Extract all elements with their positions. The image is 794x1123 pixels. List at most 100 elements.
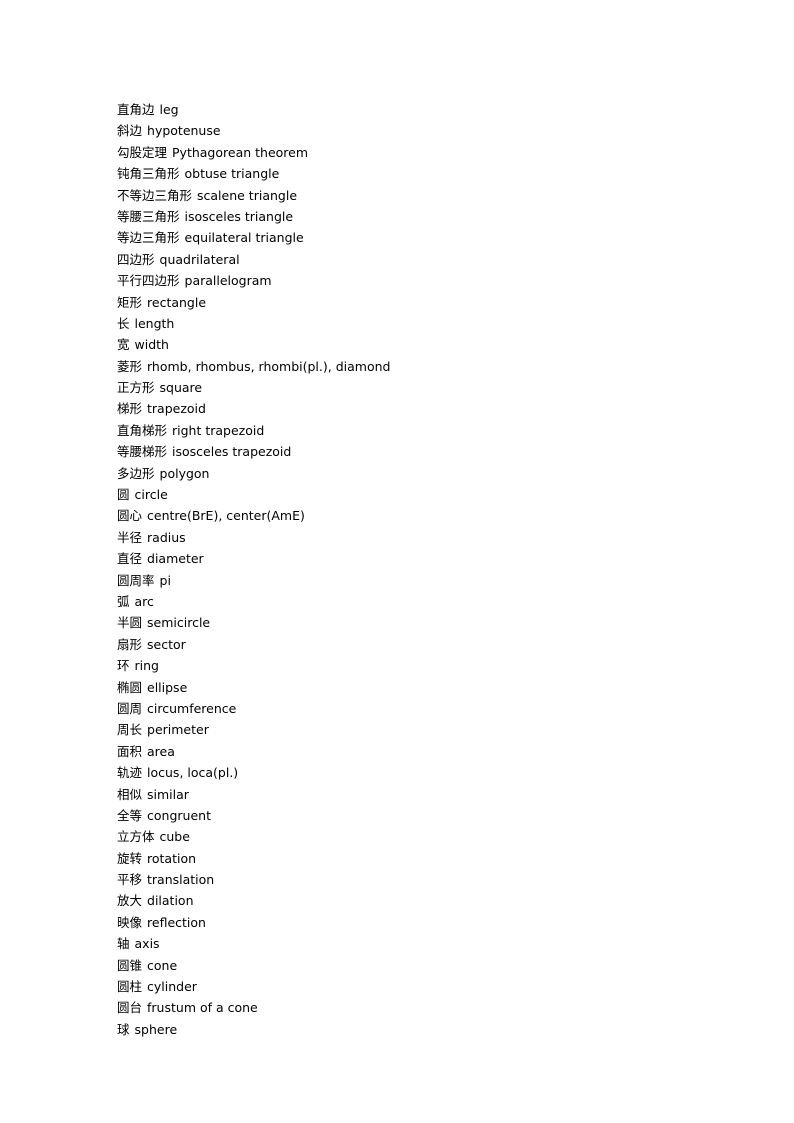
term-chinese: 面积 bbox=[117, 743, 143, 759]
term-chinese: 等腰三角形 bbox=[117, 208, 180, 224]
term-chinese: 全等 bbox=[117, 807, 143, 823]
glossary-entry: 圆心 centre(BrE), center(AmE) bbox=[117, 505, 717, 526]
glossary-entry: 等腰三角形 isosceles triangle bbox=[117, 206, 717, 227]
term-english: sector bbox=[147, 636, 186, 652]
term-english: hypotenuse bbox=[147, 123, 221, 139]
term-english: cylinder bbox=[147, 979, 197, 995]
term-chinese: 旋转 bbox=[117, 850, 143, 866]
term-english: congruent bbox=[147, 807, 211, 823]
glossary-entry: 正方形 square bbox=[117, 377, 717, 398]
glossary-entry: 多边形 polygon bbox=[117, 463, 717, 484]
term-english: rhomb, rhombus, rhombi(pl.), diamond bbox=[147, 358, 391, 374]
term-english: sphere bbox=[134, 1021, 178, 1037]
term-english: length bbox=[134, 315, 175, 331]
glossary-entry: 圆台 frustum of a cone bbox=[117, 997, 717, 1018]
term-chinese: 直角边 bbox=[117, 102, 155, 117]
term-chinese: 斜边 bbox=[117, 123, 143, 139]
term-english: rectangle bbox=[147, 294, 207, 310]
term-english: right trapezoid bbox=[172, 422, 265, 438]
term-english: isosceles trapezoid bbox=[172, 444, 292, 460]
glossary-entry: 菱形 rhomb, rhombus, rhombi(pl.), diamond bbox=[117, 356, 717, 377]
document-page: 直角边 leg 斜边 hypotenuse 勾股定理 Pythagorean theore… bbox=[0, 0, 794, 1123]
term-english: perimeter bbox=[147, 722, 209, 738]
term-english: semicircle bbox=[147, 615, 211, 631]
term-chinese: 不等边三角形 bbox=[117, 187, 193, 203]
term-chinese: 环 bbox=[117, 658, 130, 674]
glossary-entry: 直角梯形 right trapezoid bbox=[117, 420, 717, 441]
term-chinese: 立方体 bbox=[117, 829, 155, 845]
term-english: quadrilateral bbox=[159, 251, 240, 267]
term-chinese: 圆心 bbox=[117, 508, 143, 524]
glossary-entry: 圆柱 cylinder bbox=[117, 976, 717, 997]
term-chinese: 菱形 bbox=[117, 358, 143, 374]
term-chinese: 圆周 bbox=[117, 700, 143, 716]
term-english: equilateral triangle bbox=[184, 230, 304, 246]
glossary-entry: 四边形 quadrilateral bbox=[117, 249, 717, 270]
glossary-entry: 不等边三角形 scalene triangle bbox=[117, 185, 717, 206]
term-chinese: 相似 bbox=[117, 786, 143, 802]
term-english: pi bbox=[159, 572, 171, 588]
term-chinese: 圆柱 bbox=[117, 979, 143, 995]
glossary-entry: 轨迹 locus, loca(pl.) bbox=[117, 762, 717, 783]
term-english: polygon bbox=[159, 465, 210, 481]
glossary-entry: 宽 width bbox=[117, 334, 717, 355]
glossary-list: 直角边 leg 斜边 hypotenuse 勾股定理 Pythagorean theore… bbox=[117, 99, 717, 1040]
glossary-entry: 长 length bbox=[117, 313, 717, 334]
term-english: reflection bbox=[147, 914, 206, 930]
glossary-entry: 圆 circle bbox=[117, 484, 717, 505]
glossary-entry: 平行四边形 parallelogram bbox=[117, 270, 717, 291]
term-english: dilation bbox=[147, 893, 194, 909]
term-chinese: 多边形 bbox=[117, 465, 155, 481]
glossary-entry: 面积 area bbox=[117, 741, 717, 762]
glossary-entry: 全等 congruent bbox=[117, 805, 717, 826]
term-english: square bbox=[159, 380, 203, 396]
glossary-entry: 圆锥 cone bbox=[117, 955, 717, 976]
glossary-entry: 直角边 leg bbox=[117, 99, 717, 120]
term-english: radius bbox=[147, 529, 186, 545]
term-english: trapezoid bbox=[147, 401, 206, 417]
term-english: axis bbox=[134, 936, 160, 952]
term-chinese: 轨迹 bbox=[117, 765, 143, 781]
glossary-entry: 旋转 rotation bbox=[117, 848, 717, 869]
glossary-entry: 映像 reflection bbox=[117, 912, 717, 933]
term-chinese: 宽 bbox=[117, 337, 130, 353]
term-english: scalene triangle bbox=[197, 187, 298, 203]
term-english: frustum of a cone bbox=[147, 1000, 258, 1016]
term-chinese: 钝角三角形 bbox=[117, 166, 180, 182]
term-english: diameter bbox=[147, 551, 204, 567]
term-chinese: 椭圆 bbox=[117, 679, 143, 695]
term-chinese: 平行四边形 bbox=[117, 273, 180, 289]
glossary-entry: 平移 translation bbox=[117, 869, 717, 890]
term-english: isosceles triangle bbox=[184, 208, 294, 224]
term-chinese: 等边三角形 bbox=[117, 230, 180, 246]
glossary-entry: 等腰梯形 isosceles trapezoid bbox=[117, 441, 717, 462]
term-english: translation bbox=[147, 872, 215, 888]
glossary-entry: 矩形 rectangle bbox=[117, 292, 717, 313]
term-chinese: 矩形 bbox=[117, 294, 143, 310]
term-chinese: 映像 bbox=[117, 914, 143, 930]
term-english: parallelogram bbox=[184, 273, 272, 289]
glossary-entry: 相似 similar bbox=[117, 784, 717, 805]
term-chinese: 正方形 bbox=[117, 380, 155, 396]
term-chinese: 弧 bbox=[117, 593, 130, 609]
term-english: cube bbox=[159, 829, 190, 845]
glossary-entry: 环 ring bbox=[117, 655, 717, 676]
glossary-entry: 半径 radius bbox=[117, 527, 717, 548]
term-english: Pythagorean theorem bbox=[172, 144, 309, 160]
term-english: ellipse bbox=[147, 679, 188, 695]
glossary-entry: 弧 arc bbox=[117, 591, 717, 612]
term-chinese: 梯形 bbox=[117, 401, 143, 417]
glossary-entry: 直径 diameter bbox=[117, 548, 717, 569]
term-chinese: 周长 bbox=[117, 722, 143, 738]
term-english: ring bbox=[134, 658, 159, 674]
term-chinese: 圆周率 bbox=[117, 572, 155, 588]
term-english: circumference bbox=[147, 700, 237, 716]
term-chinese: 四边形 bbox=[117, 251, 155, 267]
term-english: centre(BrE), center(AmE) bbox=[147, 508, 305, 524]
term-chinese: 等腰梯形 bbox=[117, 444, 168, 460]
term-chinese: 半圆 bbox=[117, 615, 143, 631]
glossary-entry: 立方体 cube bbox=[117, 826, 717, 847]
term-chinese: 直径 bbox=[117, 551, 143, 567]
term-english: arc bbox=[134, 593, 154, 609]
glossary-entry: 放大 dilation bbox=[117, 890, 717, 911]
